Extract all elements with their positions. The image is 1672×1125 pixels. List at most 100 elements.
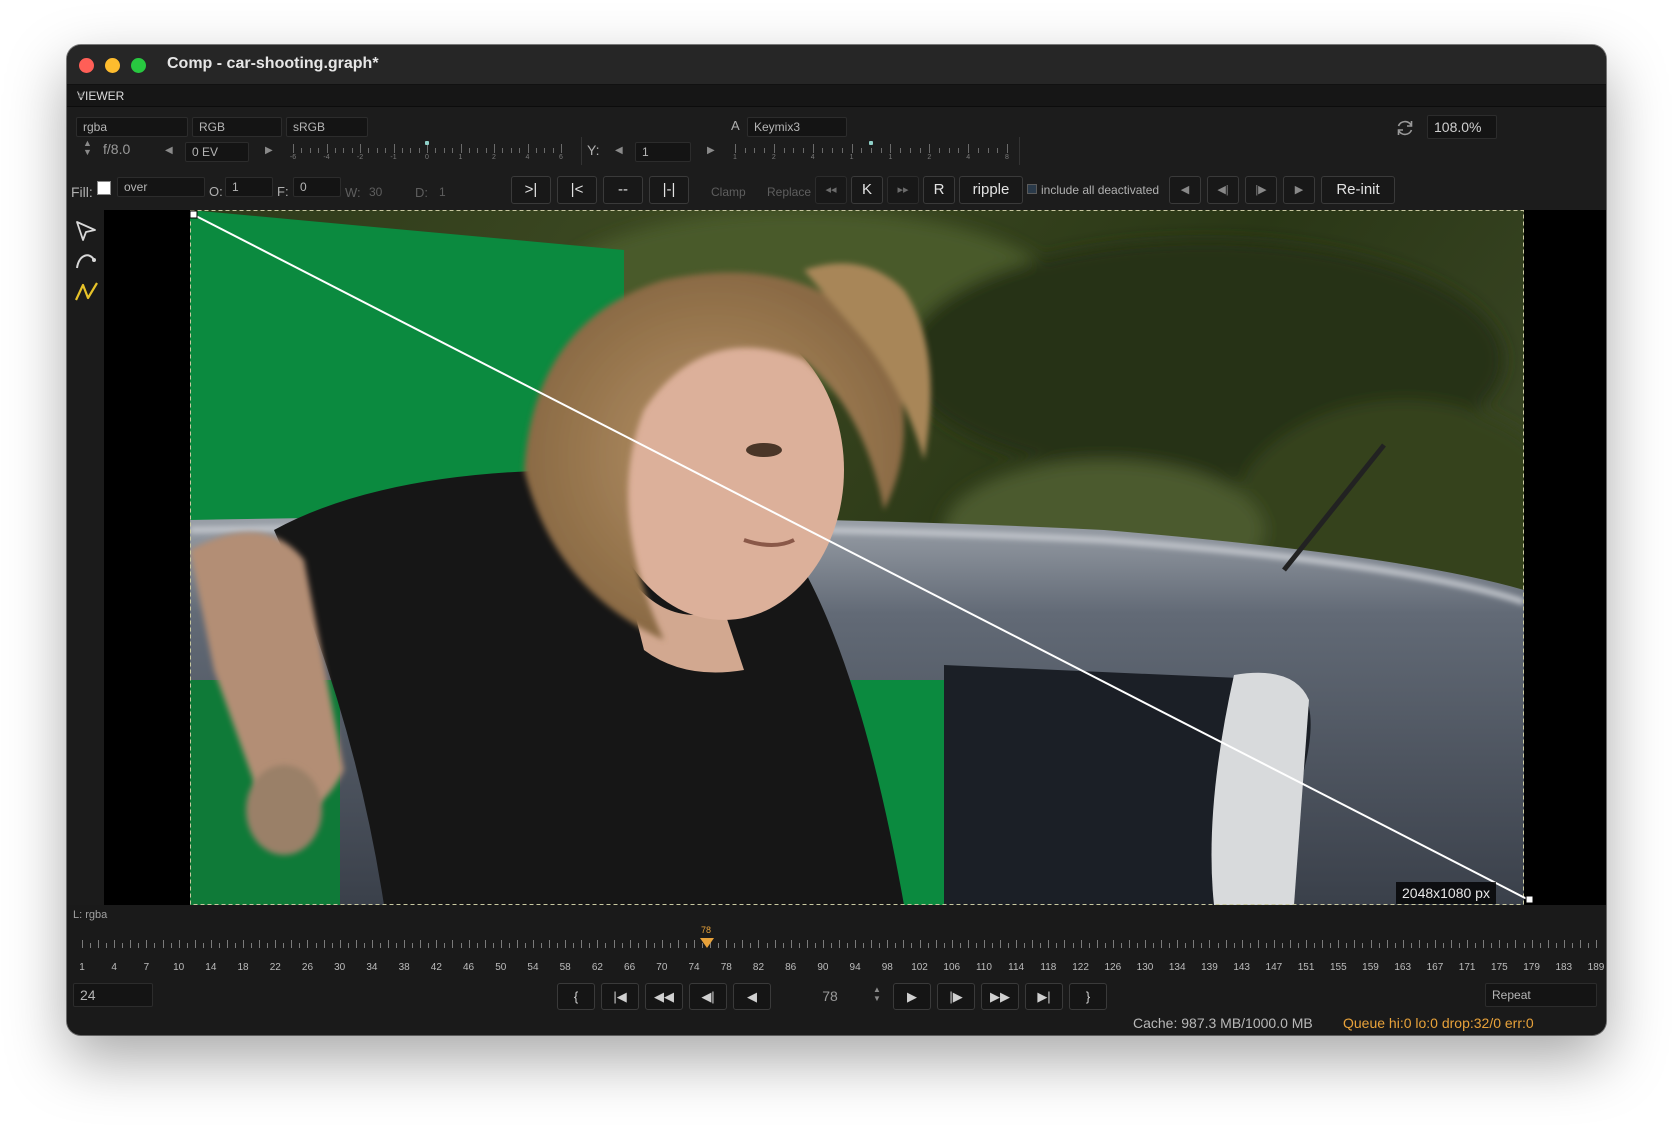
divider <box>581 137 582 165</box>
bezier-tool-icon[interactable] <box>74 250 98 272</box>
ev-increment-icon[interactable]: ▶ <box>265 145 273 156</box>
ev-decrement-icon[interactable]: ◀ <box>165 145 173 156</box>
play-forward-button[interactable]: ▶ <box>893 983 931 1010</box>
ruler-tick <box>948 148 950 153</box>
display-select[interactable]: sRGB <box>286 117 368 137</box>
fill-swatch-icon[interactable] <box>97 181 111 195</box>
opacity-field[interactable]: 1 <box>225 177 273 197</box>
viewer-panel-tab[interactable]: VIEWER × <box>67 85 1606 107</box>
timeline-tick <box>1096 940 1098 948</box>
timeline-label: 74 <box>688 962 700 973</box>
gamma-field[interactable]: 1 <box>635 142 691 162</box>
timeline-tick <box>1547 940 1549 948</box>
ruler-tick <box>334 148 336 153</box>
gamma-slider[interactable]: 1 2 4 1 1 2 4 8 <box>733 139 1009 161</box>
prev-keyframe-button[interactable]: |< <box>557 176 597 204</box>
last-stroke-button[interactable]: ▶ <box>1283 176 1315 204</box>
timeline-tick <box>484 940 486 948</box>
rewind-button[interactable]: ◀◀ <box>645 983 683 1010</box>
dash-button[interactable]: -- <box>603 176 643 204</box>
exposure-slider[interactable]: -6 -4 -2 -1 0 1 2 4 6 <box>290 139 563 161</box>
reinit-button[interactable]: Re-init <box>1321 176 1395 204</box>
timeline-tick <box>1459 943 1461 948</box>
fps-field[interactable]: 24 <box>73 983 153 1007</box>
slider-handle[interactable] <box>869 141 873 145</box>
colorspace-select[interactable]: RGB <box>192 117 282 137</box>
set-in-point-button[interactable]: { <box>557 983 595 1010</box>
zoom-field[interactable]: 108.0% <box>1427 115 1497 139</box>
gamma-decrement-icon[interactable]: ◀ <box>615 145 623 156</box>
resolution-readout: 2048x1080 px <box>1396 882 1496 904</box>
ripple-button[interactable]: ripple <box>959 176 1023 204</box>
timeline-tick <box>911 943 913 948</box>
frame-stepper-icon[interactable]: ▲ ▼ <box>873 985 881 1003</box>
timeline-tick <box>1161 940 1163 948</box>
timeline-tick <box>847 943 849 948</box>
ruler-tick <box>958 148 960 153</box>
loop-mode-select[interactable]: Repeat <box>1485 983 1597 1007</box>
duration-value[interactable]: 1 <box>439 185 446 199</box>
timeline-tick <box>1515 940 1517 948</box>
timeline-tick <box>452 940 454 948</box>
polyline-tool-icon[interactable] <box>74 280 100 304</box>
last-frame-button[interactable]: ▶| <box>1025 983 1063 1010</box>
timeline-tick <box>460 943 462 948</box>
timeline-tick <box>1289 940 1291 948</box>
timeline-label: 54 <box>527 962 539 973</box>
fast-forward-button[interactable]: ▶▶ <box>981 983 1019 1010</box>
maximize-window-button[interactable] <box>131 58 146 73</box>
forward-key-button[interactable]: ▸▸ <box>887 176 919 204</box>
clamp-button[interactable]: Clamp <box>711 185 746 199</box>
step-forward-button[interactable]: |▶ <box>937 983 975 1010</box>
channels-select[interactable]: rgba <box>76 117 188 137</box>
timeline-tick <box>1314 943 1316 948</box>
ruler-tick-label: 2 <box>771 154 776 161</box>
feather-field[interactable]: 0 <box>293 177 341 197</box>
range-button[interactable]: |-| <box>649 176 689 204</box>
playhead-icon[interactable] <box>699 937 715 949</box>
remove-key-button[interactable]: R <box>923 176 955 204</box>
timeline-tick <box>1008 943 1010 948</box>
set-out-point-button[interactable]: } <box>1069 983 1107 1010</box>
minimize-window-button[interactable] <box>105 58 120 73</box>
include-deactivated-checkbox[interactable] <box>1027 184 1037 194</box>
ruler-tick-label: 6 <box>559 154 563 161</box>
replace-button[interactable]: Replace <box>767 185 811 199</box>
next-keyframe-button[interactable]: >| <box>511 176 551 204</box>
rewind-key-button[interactable]: ◂◂ <box>815 176 847 204</box>
timeline-label: 46 <box>462 962 475 973</box>
first-stroke-button[interactable]: ◀ <box>1169 176 1201 204</box>
timeline-tick <box>1016 940 1018 948</box>
timeline-tick <box>1579 940 1581 948</box>
viewer-canvas[interactable]: 2048x1080 px <box>104 210 1606 905</box>
ev-field[interactable]: 0 EV <box>185 142 249 162</box>
select-arrow-icon[interactable] <box>74 220 98 242</box>
close-panel-icon[interactable]: × <box>77 87 1598 102</box>
ruler-tick <box>754 148 756 153</box>
input-a-select[interactable]: Keymix3 <box>747 117 847 137</box>
step-back-button[interactable]: ◀| <box>689 983 727 1010</box>
first-frame-button[interactable]: |◀ <box>601 983 639 1010</box>
blend-mode-select[interactable]: over <box>117 177 205 197</box>
slider-handle[interactable] <box>425 141 429 145</box>
prev-stroke-button[interactable]: ◀| <box>1207 176 1239 204</box>
play-backward-button[interactable]: ◀ <box>733 983 771 1010</box>
gamma-increment-icon[interactable]: ▶ <box>707 145 715 156</box>
timeline-tick <box>1104 943 1106 948</box>
playhead-frame-label: 78 <box>701 925 712 935</box>
ruler-tick <box>812 144 814 153</box>
add-key-button[interactable]: K <box>851 176 883 204</box>
close-window-button[interactable] <box>79 58 94 73</box>
timeline-ruler[interactable]: 1 4 7 10 14 18 22 26 30 34 38 42 46 50 54 58 62 66 70 74 78 8… <box>79 940 1604 976</box>
stroke-end-handle <box>1525 895 1534 904</box>
refresh-icon[interactable] <box>1394 117 1416 139</box>
ruler-tick <box>900 148 902 153</box>
ruler-tick <box>997 148 999 153</box>
fstop-stepper-icon[interactable]: ▲ ▼ <box>83 139 92 157</box>
ruler-tick <box>468 148 470 153</box>
width-value[interactable]: 30 <box>369 185 382 199</box>
current-frame-field[interactable]: 78 <box>777 983 877 1010</box>
next-stroke-button[interactable]: |▶ <box>1245 176 1277 204</box>
timeline-label: 118 <box>1040 962 1057 973</box>
ruler-tick <box>494 144 495 153</box>
